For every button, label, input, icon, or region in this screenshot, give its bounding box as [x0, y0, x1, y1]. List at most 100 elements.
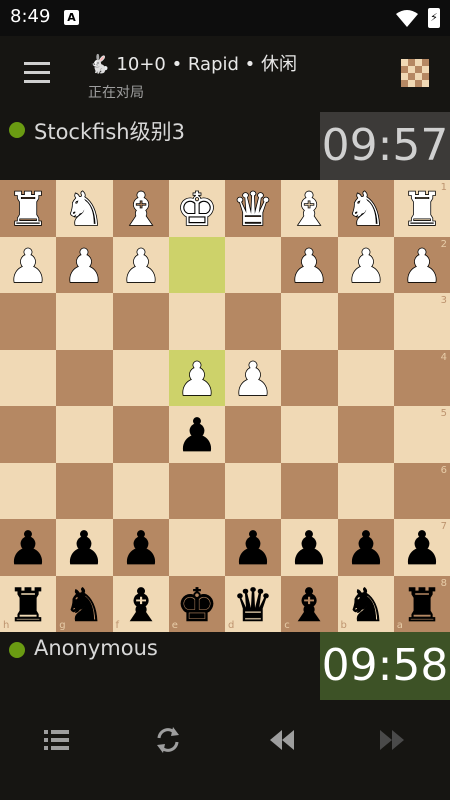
square-g3[interactable] — [56, 293, 113, 350]
square-e2[interactable] — [168, 236, 225, 293]
square-h6[interactable] — [0, 462, 57, 519]
board-settings-icon[interactable] — [401, 59, 429, 87]
next-move-icon[interactable] — [370, 718, 414, 762]
moves-list-icon[interactable] — [34, 718, 78, 762]
square-f4[interactable] — [112, 349, 169, 406]
square-b3[interactable] — [337, 293, 394, 350]
white-knight-icon[interactable]: ♞ — [59, 183, 109, 233]
square-b8[interactable]: ♞ b — [337, 575, 394, 632]
square-b5[interactable] — [337, 406, 394, 463]
black-pawn-icon[interactable]: ♟ — [341, 522, 391, 572]
square-d2[interactable] — [225, 236, 282, 293]
square-g1[interactable]: ♞ — [56, 180, 113, 237]
square-c5[interactable] — [281, 406, 338, 463]
square-c6[interactable] — [281, 462, 338, 519]
square-d4[interactable]: ♟ — [225, 349, 282, 406]
square-b7[interactable]: ♟ — [337, 519, 394, 576]
square-e4[interactable]: ♟ — [168, 349, 225, 406]
white-knight-icon[interactable]: ♞ — [341, 183, 391, 233]
black-knight-icon[interactable]: ♞ — [59, 579, 109, 629]
square-e1[interactable]: ♚ — [168, 180, 225, 237]
square-e6[interactable] — [168, 462, 225, 519]
square-f2[interactable]: ♟ — [112, 236, 169, 293]
square-h2[interactable]: ♟ — [0, 236, 57, 293]
white-pawn-icon[interactable]: ♟ — [228, 353, 278, 403]
square-a7[interactable]: ♟ 7 — [393, 519, 450, 576]
black-bishop-icon[interactable]: ♝ — [284, 579, 334, 629]
square-b6[interactable] — [337, 462, 394, 519]
square-f5[interactable] — [112, 406, 169, 463]
square-b2[interactable]: ♟ — [337, 236, 394, 293]
square-h5[interactable] — [0, 406, 57, 463]
black-bishop-icon[interactable]: ♝ — [116, 579, 166, 629]
square-g4[interactable] — [56, 349, 113, 406]
square-f6[interactable] — [112, 462, 169, 519]
black-pawn-icon[interactable]: ♟ — [397, 522, 447, 572]
black-pawn-icon[interactable]: ♟ — [116, 522, 166, 572]
black-pawn-icon[interactable]: ♟ — [228, 522, 278, 572]
square-e7[interactable] — [168, 519, 225, 576]
square-c1[interactable]: ♝ — [281, 180, 338, 237]
square-c8[interactable]: ♝ c — [281, 575, 338, 632]
square-c4[interactable] — [281, 349, 338, 406]
white-bishop-icon[interactable]: ♝ — [116, 183, 166, 233]
square-e3[interactable] — [168, 293, 225, 350]
black-rook-icon[interactable]: ♜ — [397, 579, 447, 629]
black-pawn-icon[interactable]: ♟ — [172, 409, 222, 459]
square-a5[interactable]: 5 — [393, 406, 450, 463]
square-d6[interactable] — [225, 462, 282, 519]
square-h4[interactable] — [0, 349, 57, 406]
white-pawn-icon[interactable]: ♟ — [59, 240, 109, 290]
square-a2[interactable]: ♟ 2 — [393, 236, 450, 293]
square-c7[interactable]: ♟ — [281, 519, 338, 576]
square-h3[interactable] — [0, 293, 57, 350]
black-pawn-icon[interactable]: ♟ — [3, 522, 53, 572]
square-g7[interactable]: ♟ — [56, 519, 113, 576]
square-d3[interactable] — [225, 293, 282, 350]
square-a3[interactable]: 3 — [393, 293, 450, 350]
white-pawn-icon[interactable]: ♟ — [397, 240, 447, 290]
white-rook-icon[interactable]: ♜ — [3, 183, 53, 233]
white-rook-icon[interactable]: ♜ — [397, 183, 447, 233]
white-pawn-icon[interactable]: ♟ — [172, 353, 222, 403]
black-pawn-icon[interactable]: ♟ — [284, 522, 334, 572]
white-king-icon[interactable]: ♚ — [172, 183, 222, 233]
black-rook-icon[interactable]: ♜ — [3, 579, 53, 629]
white-pawn-icon[interactable]: ♟ — [3, 240, 53, 290]
previous-move-icon[interactable] — [260, 718, 304, 762]
square-h7[interactable]: ♟ — [0, 519, 57, 576]
square-f1[interactable]: ♝ — [112, 180, 169, 237]
square-g8[interactable]: ♞ g — [56, 575, 113, 632]
white-pawn-icon[interactable]: ♟ — [341, 240, 391, 290]
square-a4[interactable]: 4 — [393, 349, 450, 406]
square-b4[interactable] — [337, 349, 394, 406]
square-f8[interactable]: ♝ f — [112, 575, 169, 632]
square-g6[interactable] — [56, 462, 113, 519]
square-b1[interactable]: ♞ — [337, 180, 394, 237]
black-queen-icon[interactable]: ♛ — [228, 579, 278, 629]
square-g2[interactable]: ♟ — [56, 236, 113, 293]
square-d1[interactable]: ♛ — [225, 180, 282, 237]
square-e5[interactable]: ♟ — [168, 406, 225, 463]
square-d7[interactable]: ♟ — [225, 519, 282, 576]
black-knight-icon[interactable]: ♞ — [341, 579, 391, 629]
square-a8[interactable]: ♜ 8 a — [393, 575, 450, 632]
white-pawn-icon[interactable]: ♟ — [284, 240, 334, 290]
square-a1[interactable]: ♜ 1 — [393, 180, 450, 237]
flip-board-icon[interactable] — [146, 718, 190, 762]
square-h8[interactable]: ♜ h — [0, 575, 57, 632]
square-d5[interactable] — [225, 406, 282, 463]
square-g5[interactable] — [56, 406, 113, 463]
square-a6[interactable]: 6 — [393, 462, 450, 519]
black-king-icon[interactable]: ♚ — [172, 579, 222, 629]
white-pawn-icon[interactable]: ♟ — [116, 240, 166, 290]
square-f3[interactable] — [112, 293, 169, 350]
square-f7[interactable]: ♟ — [112, 519, 169, 576]
square-h1[interactable]: ♜ — [0, 180, 57, 237]
chess-board[interactable]: ♜ 1 ♞ ♝ ♛ ♚ ♝ ♞ ♜ ♟ 2 ♟ ♟ ♟ ♟ ♟ 3 4 ♟ ♟ 5 ♟ 6 ♟ 7 ♟ ♟ ♟ ♟ ♟ ♟ ♜ 8 a ♞ b ♝ c ♛ d… — [0, 180, 450, 632]
white-bishop-icon[interactable]: ♝ — [284, 183, 334, 233]
black-pawn-icon[interactable]: ♟ — [59, 522, 109, 572]
square-e8[interactable]: ♚ e — [168, 575, 225, 632]
menu-icon[interactable] — [24, 62, 50, 84]
square-d8[interactable]: ♛ d — [225, 575, 282, 632]
